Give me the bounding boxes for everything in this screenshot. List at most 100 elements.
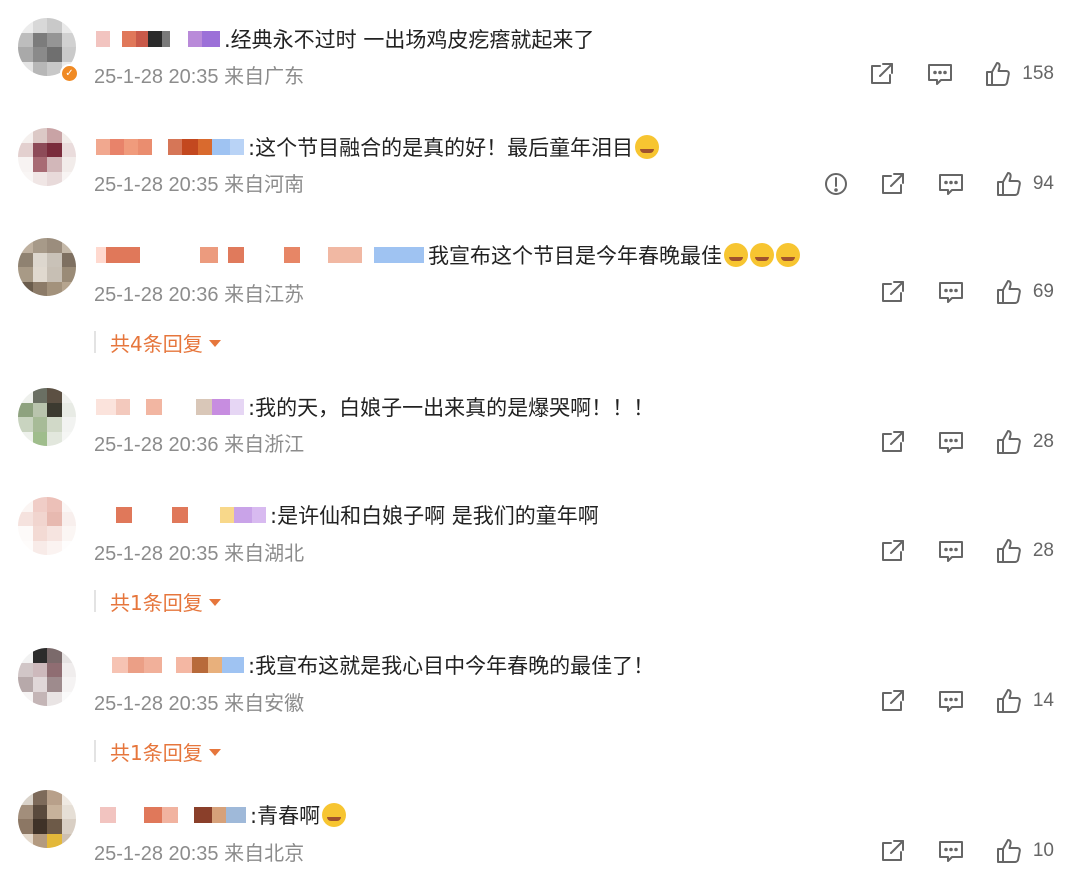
caret-down-icon <box>208 749 221 756</box>
report-icon <box>823 171 849 197</box>
replies-toggle[interactable]: 共4条回复 <box>94 327 221 357</box>
like-button[interactable]: 28 <box>995 428 1054 456</box>
like-button[interactable]: 28 <box>995 537 1054 565</box>
reply-button[interactable] <box>937 428 965 456</box>
repost-button[interactable] <box>879 537 907 565</box>
like-button[interactable]: 158 <box>984 60 1054 88</box>
location: 来自北京 <box>224 843 305 865</box>
comment-meta: 25-1-28 20:36 来自江苏 <box>94 278 304 307</box>
caret-down-icon <box>208 599 221 606</box>
comment-text: :我宣布这就是我心目中今年春晚的最佳了！ <box>248 654 655 678</box>
timestamp: 25-1-28 20:36 <box>94 284 219 306</box>
username[interactable] <box>96 506 266 524</box>
comment-text: 我宣布这个节目是今年春晚最佳 <box>428 244 722 268</box>
reply-button[interactable] <box>937 687 965 715</box>
comment-line: :我的天，白娘子一出来真的是爆哭啊！！！ <box>96 390 654 424</box>
thumbs-up-icon <box>995 687 1023 715</box>
timestamp: 25-1-28 20:35 <box>94 543 219 565</box>
repost-button[interactable] <box>868 60 896 88</box>
username[interactable] <box>96 398 244 416</box>
comment-actions: 28 <box>849 536 1054 566</box>
comment-line: :是许仙和白娘子啊 是我们的童年啊 <box>96 498 599 532</box>
reply-divider <box>94 740 96 762</box>
like-button[interactable]: 10 <box>995 837 1054 865</box>
comment-line: .经典永不过时 一出场鸡皮疙瘩就起来了 <box>96 22 594 56</box>
username[interactable] <box>96 138 244 156</box>
comment-line: :这个节目融合的是真的好！最后童年泪目 <box>96 130 660 164</box>
reply-button[interactable] <box>926 60 954 88</box>
comment-text: :这个节目融合的是真的好！最后童年泪目 <box>248 136 634 160</box>
username[interactable] <box>96 806 246 824</box>
timestamp: 25-1-28 20:35 <box>94 66 219 88</box>
username[interactable] <box>96 656 244 674</box>
caret-down-icon <box>208 340 221 347</box>
reply-divider <box>94 590 96 612</box>
repost-button[interactable] <box>879 687 907 715</box>
share-icon <box>879 170 907 198</box>
replies-toggle[interactable]: 共1条回复 <box>94 586 221 616</box>
timestamp: 25-1-28 20:35 <box>94 693 219 715</box>
timestamp: 25-1-28 20:36 <box>94 434 219 456</box>
like-count: 28 <box>1032 431 1054 452</box>
replies-count-label: 共4条回复 <box>110 331 203 356</box>
comment-icon <box>937 428 965 456</box>
comment-icon <box>937 537 965 565</box>
avatar[interactable] <box>18 388 76 446</box>
verified-badge-icon: ✓ <box>60 64 79 83</box>
thumbs-up-icon <box>995 537 1023 565</box>
comment-text: :是许仙和白娘子啊 是我们的童年啊 <box>270 504 599 528</box>
comment-line: :青春啊 <box>96 798 347 832</box>
avatar[interactable] <box>18 648 76 706</box>
emoji-icon <box>635 135 660 159</box>
location: 来自广东 <box>224 66 305 88</box>
like-count: 69 <box>1032 281 1054 302</box>
comment-meta: 25-1-28 20:36 来自浙江 <box>94 428 304 457</box>
location: 来自河南 <box>224 174 305 196</box>
replies-count-label: 共1条回复 <box>110 590 203 615</box>
reply-divider <box>94 331 96 353</box>
location: 来自浙江 <box>224 434 305 456</box>
thumbs-up-icon <box>995 278 1023 306</box>
comment-text: .经典永不过时 一出场鸡皮疙瘩就起来了 <box>224 28 595 52</box>
comment-icon <box>926 60 954 88</box>
comment-icon <box>937 837 965 865</box>
share-icon <box>879 687 907 715</box>
emoji-icon <box>776 243 800 267</box>
comment-actions: 28 <box>849 427 1054 457</box>
like-count: 28 <box>1032 540 1054 561</box>
comment-text: :我的天，白娘子一出来真的是爆哭啊！！！ <box>248 396 655 420</box>
comment-meta: 25-1-28 20:35 来自北京 <box>94 837 304 866</box>
location: 来自湖北 <box>224 543 305 565</box>
emoji-icon <box>750 243 774 267</box>
like-count: 158 <box>1022 63 1054 84</box>
avatar[interactable] <box>18 238 76 296</box>
like-count: 10 <box>1032 840 1054 861</box>
username[interactable] <box>96 30 220 48</box>
share-icon <box>879 278 907 306</box>
repost-button[interactable] <box>879 837 907 865</box>
avatar[interactable] <box>18 497 76 555</box>
reply-button[interactable] <box>937 170 965 198</box>
reply-button[interactable] <box>937 278 965 306</box>
avatar[interactable] <box>18 790 76 848</box>
replies-toggle[interactable]: 共1条回复 <box>94 736 221 766</box>
share-icon <box>879 428 907 456</box>
comment-meta: 25-1-28 20:35 来自安徽 <box>94 687 304 716</box>
comment-meta: 25-1-28 20:35 来自广东 <box>94 60 304 89</box>
reply-button[interactable] <box>937 837 965 865</box>
thumbs-up-icon <box>995 428 1023 456</box>
report-button[interactable] <box>823 171 849 197</box>
like-button[interactable]: 14 <box>995 687 1054 715</box>
username[interactable] <box>96 246 424 264</box>
location: 来自江苏 <box>224 284 305 306</box>
repost-button[interactable] <box>879 428 907 456</box>
comment-actions: 10 <box>849 836 1054 866</box>
timestamp: 25-1-28 20:35 <box>94 174 219 196</box>
like-button[interactable]: 94 <box>995 170 1054 198</box>
avatar[interactable] <box>18 128 76 186</box>
repost-button[interactable] <box>879 278 907 306</box>
like-button[interactable]: 69 <box>995 278 1054 306</box>
reply-button[interactable] <box>937 537 965 565</box>
repost-button[interactable] <box>879 170 907 198</box>
comment-actions: 69 <box>849 277 1054 307</box>
